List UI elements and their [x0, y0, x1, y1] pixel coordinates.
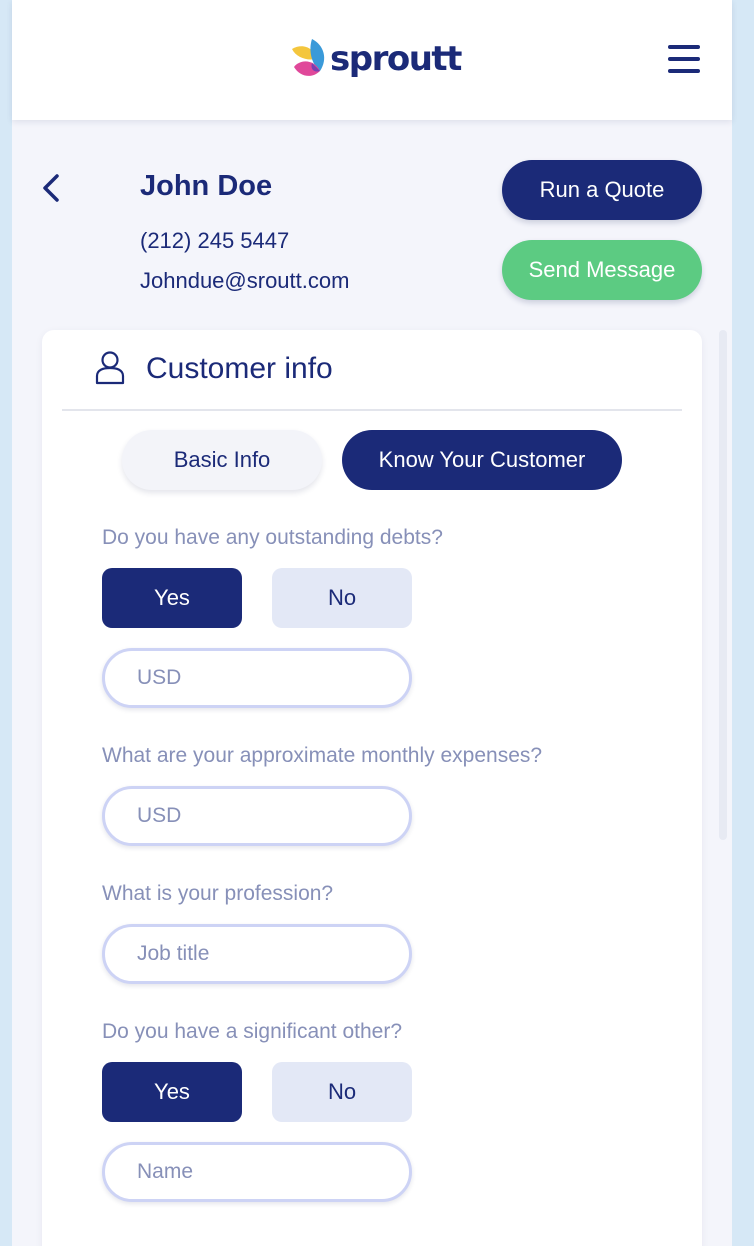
scrollbar[interactable]: [719, 330, 727, 840]
brand-name: sproutt: [330, 39, 462, 79]
partner-name-input[interactable]: [102, 1142, 412, 1202]
run-quote-button[interactable]: Run a Quote: [502, 160, 702, 220]
user-icon: [95, 351, 125, 385]
card-title: Customer info: [146, 352, 333, 385]
tab-know-your-customer[interactable]: Know Your Customer: [342, 430, 622, 490]
tab-basic-info[interactable]: Basic Info: [122, 430, 322, 490]
significant-other-no-button[interactable]: No: [272, 1062, 412, 1122]
debts-yes-button[interactable]: Yes: [102, 568, 242, 628]
expenses-amount-input[interactable]: [102, 786, 412, 846]
contact-phone: (212) 245 5447: [140, 228, 290, 253]
significant-other-yes-button[interactable]: Yes: [102, 1062, 242, 1122]
debts-question: Do you have any outstanding debts?: [102, 526, 443, 549]
send-message-button[interactable]: Send Message: [502, 240, 702, 300]
chevron-left-icon[interactable]: [40, 170, 64, 206]
brand-logo[interactable]: sproutt: [290, 36, 462, 82]
customer-info-card: Customer info Basic Info Know Your Custo…: [42, 330, 702, 1246]
contact-email: Johndue@sroutt.com: [140, 268, 350, 293]
contact-name: John Doe: [140, 170, 273, 202]
hamburger-menu-icon[interactable]: [668, 44, 702, 74]
expenses-question: What are your approximate monthly expens…: [102, 744, 543, 767]
profession-question: What is your profession?: [102, 882, 334, 905]
sproutt-logo-icon: [292, 39, 325, 76]
debts-no-button[interactable]: No: [272, 568, 412, 628]
top-bar: sproutt: [12, 0, 732, 120]
card-header: Customer info: [42, 330, 702, 410]
divider: [62, 409, 682, 411]
app-frame: sproutt John Doe (212) 245 5447 Johndue@…: [12, 0, 732, 1246]
debts-amount-input[interactable]: [102, 648, 412, 708]
significant-other-question: Do you have a significant other?: [102, 1020, 403, 1043]
job-title-input[interactable]: [102, 924, 412, 984]
